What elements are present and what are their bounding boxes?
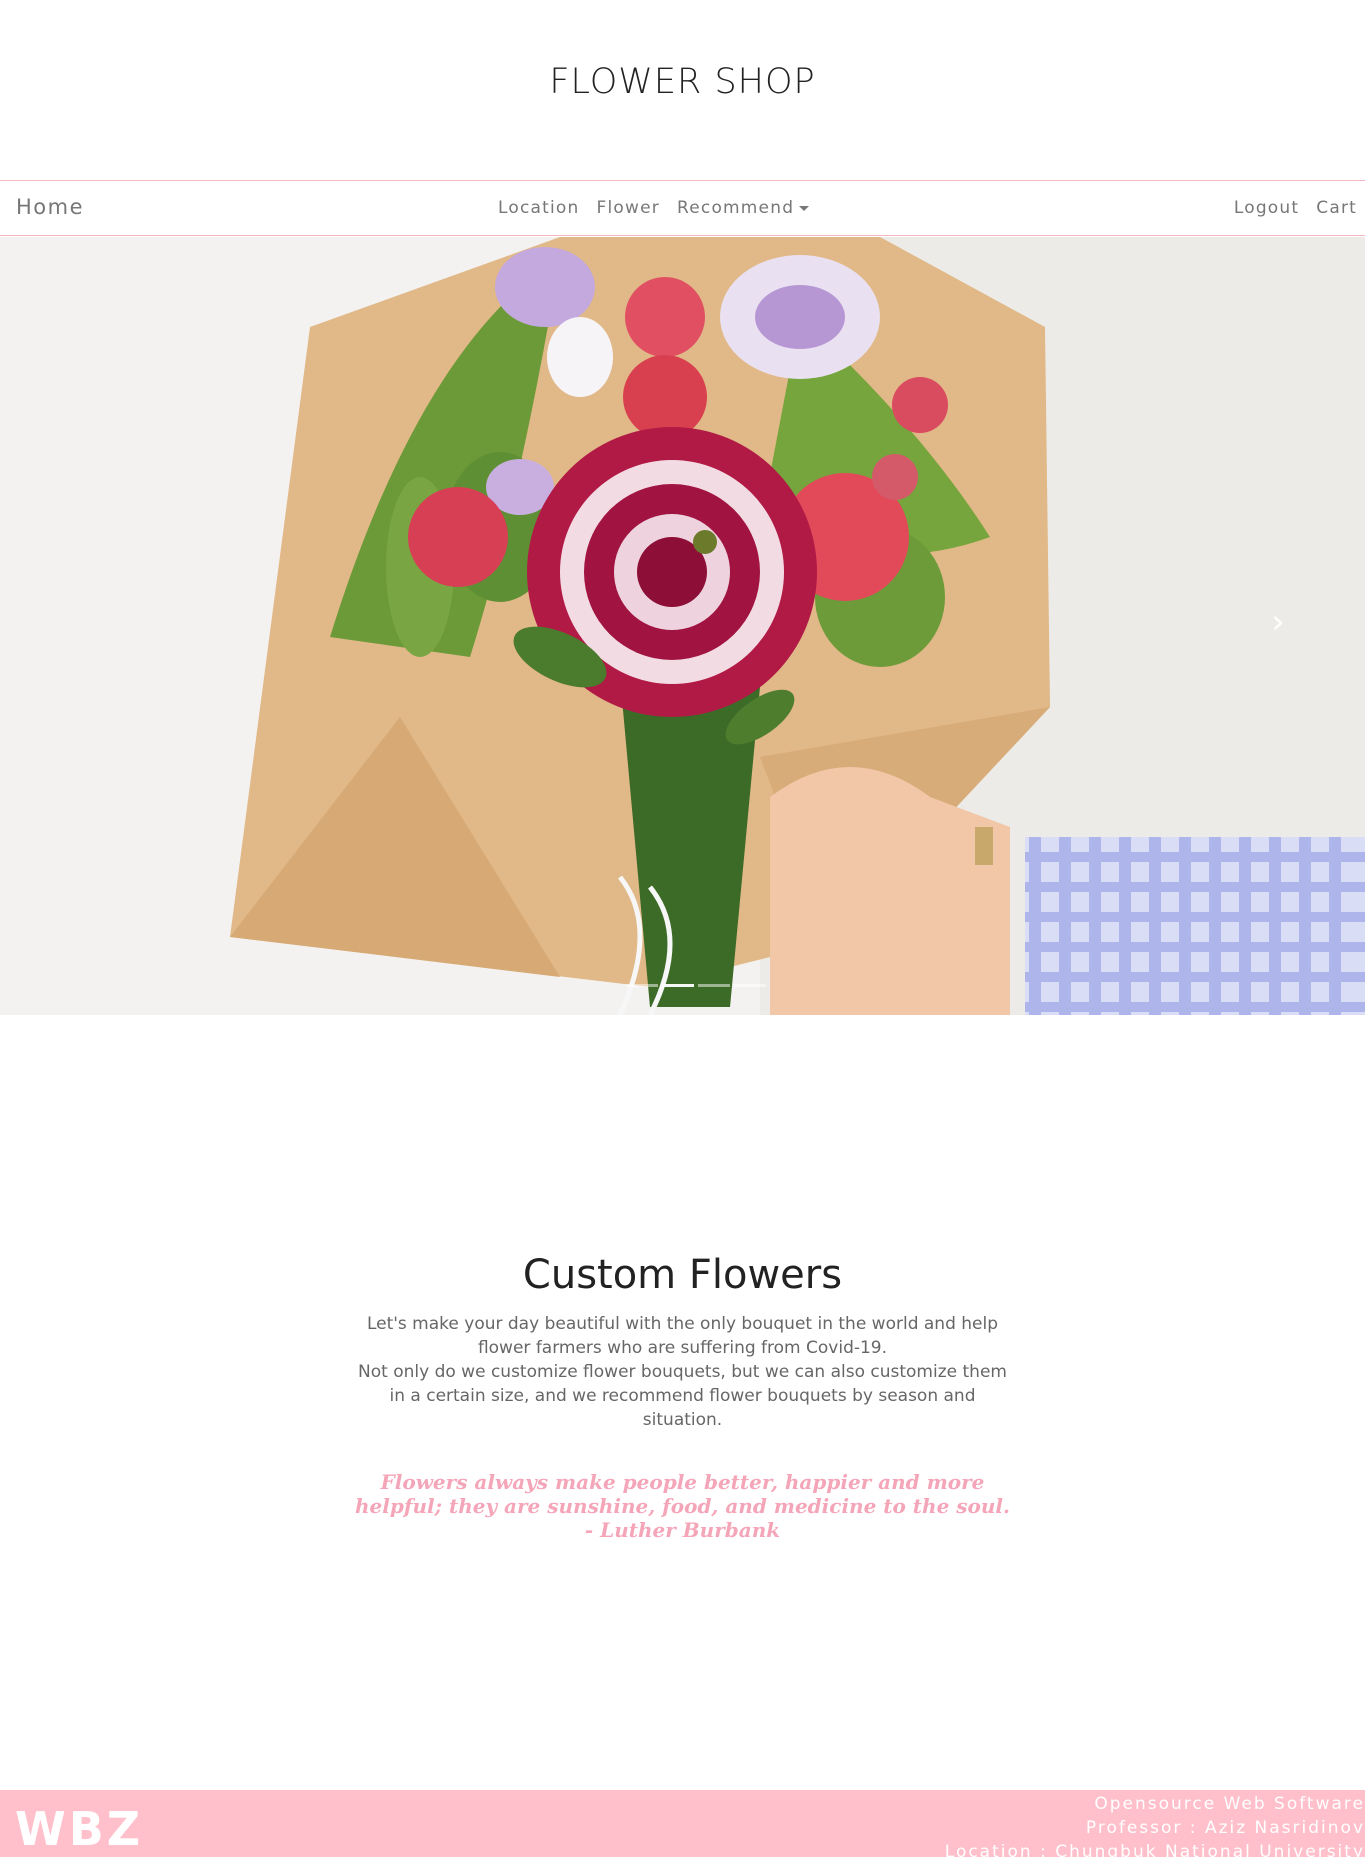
- section-description: Let's make your day beautiful with the o…: [353, 1312, 1013, 1432]
- carousel-indicators: [626, 984, 766, 987]
- section-heading: Custom Flowers: [522, 1252, 843, 1298]
- nav-logout-link[interactable]: Logout: [1234, 198, 1299, 218]
- carousel-next-button[interactable]: ›: [1266, 602, 1290, 642]
- description-line-2: Not only do we customize flower bouquets…: [358, 1362, 1007, 1430]
- site-title: FLOWER SHOP: [549, 62, 816, 102]
- footer-info: Opensource Web Software Professor : Aziz…: [945, 1792, 1365, 1857]
- nav-home-link[interactable]: Home: [16, 195, 84, 219]
- nav-center-links: Location Flower Recommend: [498, 198, 810, 218]
- nav-right-links: Logout Cart: [1234, 198, 1357, 218]
- top-navbar: Home Location Flower Recommend Logout Ca…: [0, 180, 1365, 236]
- nav-location-link[interactable]: Location: [498, 198, 580, 218]
- footer-professor: Professor : Aziz Nasridinov: [1085, 1818, 1365, 1838]
- carousel-indicator-active[interactable]: [662, 984, 694, 987]
- carousel-indicator[interactable]: [698, 984, 730, 987]
- site-footer: WBZ Opensource Web Software Professor : …: [0, 1790, 1365, 1857]
- carousel-indicator[interactable]: [626, 984, 658, 987]
- footer-logo: WBZ: [15, 1802, 144, 1856]
- quote-block: Flowers always make people better, happi…: [353, 1470, 1013, 1542]
- bouquet-image: [0, 237, 1365, 1015]
- description-line-1: Let's make your day beautiful with the o…: [366, 1314, 999, 1358]
- quote-text: Flowers always make people better, happi…: [355, 1470, 1010, 1518]
- chevron-right-icon: ›: [1271, 602, 1285, 642]
- custom-flowers-section: Custom Flowers Let's make your day beaut…: [0, 1252, 1365, 1542]
- caret-down-icon: [799, 205, 810, 211]
- nav-recommend-label: Recommend: [676, 198, 795, 218]
- footer-course: Opensource Web Software: [1094, 1794, 1365, 1814]
- carousel-indicator[interactable]: [734, 984, 766, 987]
- nav-recommend-dropdown[interactable]: Recommend: [676, 198, 810, 218]
- footer-location: Location : Chungbuk National University: [944, 1842, 1365, 1857]
- quote-author: - Luther Burbank: [584, 1518, 781, 1542]
- hero-carousel: ›: [0, 237, 1365, 1015]
- nav-flower-link[interactable]: Flower: [597, 198, 660, 218]
- nav-cart-link[interactable]: Cart: [1316, 198, 1357, 218]
